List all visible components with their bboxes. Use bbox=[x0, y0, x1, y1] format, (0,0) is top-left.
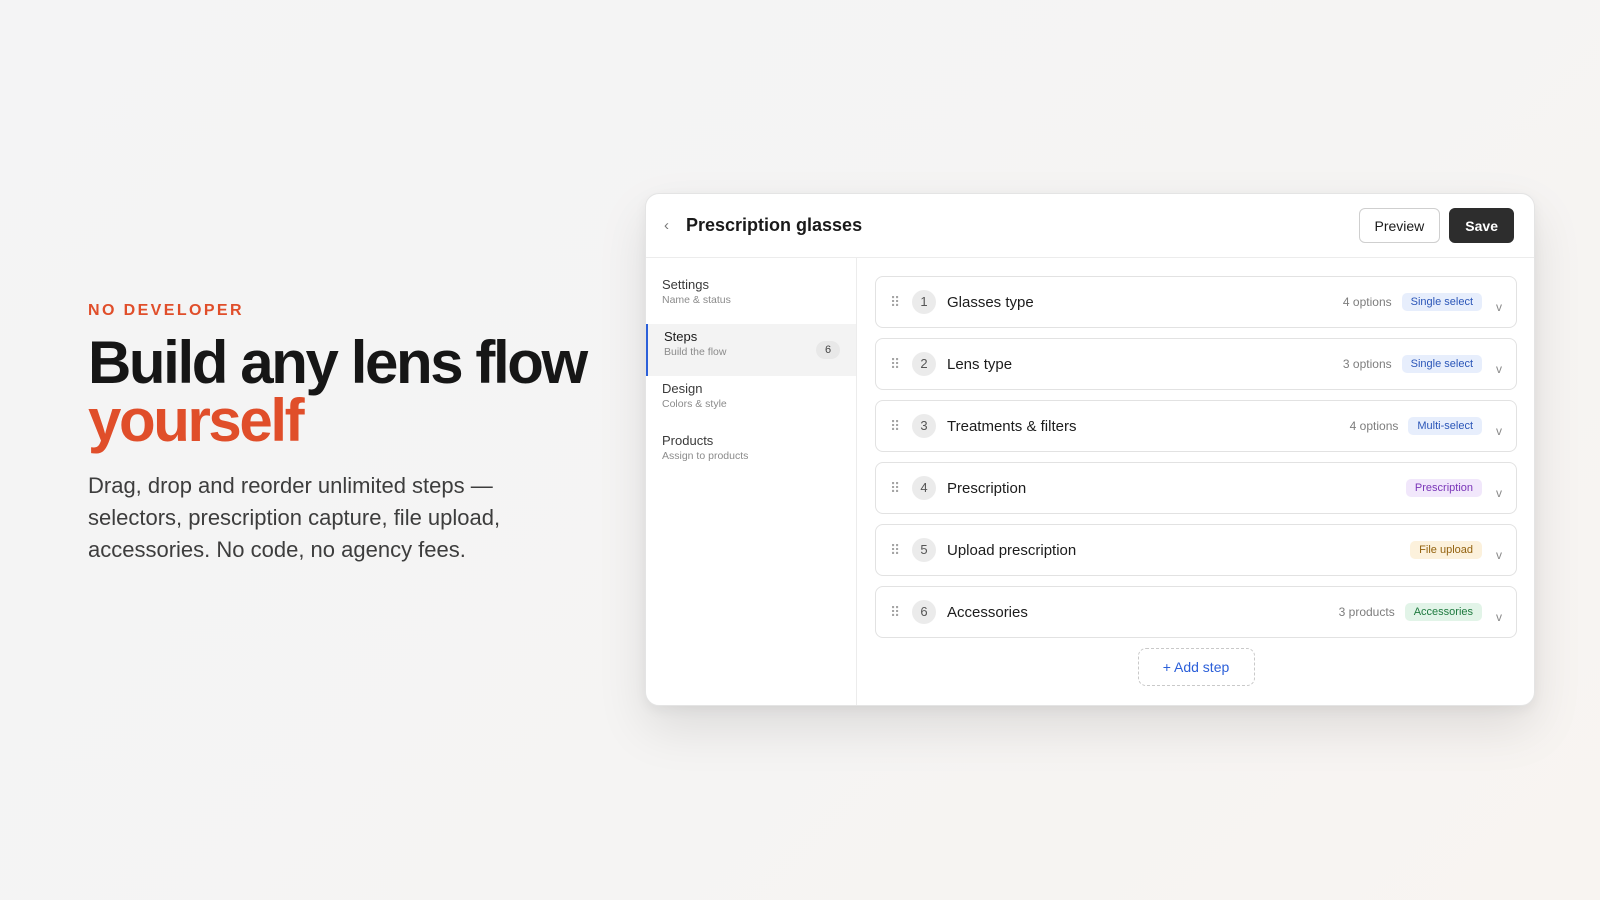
drag-handle-icon[interactable]: ⠿ bbox=[890, 418, 912, 435]
drag-handle-icon[interactable]: ⠿ bbox=[890, 604, 912, 621]
sidebar-item-products[interactable]: Products Assign to products bbox=[646, 428, 856, 480]
chevron-down-icon[interactable]: v bbox=[1482, 548, 1502, 562]
eyebrow: NO DEVELOPER bbox=[88, 302, 244, 319]
sidebar: Settings Name & status Steps Build the f… bbox=[646, 258, 857, 705]
step-type-badge: Accessories bbox=[1404, 603, 1482, 621]
step-row-lens-type[interactable]: ⠿ 2 Lens type 3 options Single select v bbox=[875, 338, 1517, 390]
chevron-down-icon[interactable]: v bbox=[1482, 610, 1502, 624]
step-meta: 4 options bbox=[1349, 419, 1399, 433]
step-meta: 4 options bbox=[1342, 295, 1392, 309]
step-name: Lens type bbox=[947, 355, 1013, 373]
chevron-down-icon[interactable]: v bbox=[1482, 300, 1502, 314]
page-title: Prescription glasses bbox=[686, 215, 863, 235]
step-number: 1 bbox=[912, 290, 936, 314]
sidebar-item-settings[interactable]: Settings Name & status bbox=[646, 272, 856, 324]
step-number: 3 bbox=[912, 414, 936, 438]
step-meta: 3 options bbox=[1342, 357, 1392, 371]
drag-handle-icon[interactable]: ⠿ bbox=[890, 542, 912, 559]
drag-handle-icon[interactable]: ⠿ bbox=[890, 294, 912, 311]
sidebar-item-sublabel: Assign to products bbox=[662, 450, 749, 462]
step-row-prescription[interactable]: ⠿ 4 Prescription Prescription v bbox=[875, 462, 1517, 514]
step-row-upload-prescription[interactable]: ⠿ 5 Upload prescription File upload v bbox=[875, 524, 1517, 576]
chevron-left-icon[interactable]: ‹ bbox=[664, 217, 682, 234]
chevron-down-icon[interactable]: v bbox=[1482, 362, 1502, 376]
add-step-button[interactable]: + Add step bbox=[1137, 648, 1255, 686]
step-type-badge: File upload bbox=[1410, 541, 1482, 559]
steps-list: ⠿ 1 Glasses type 4 options Single select… bbox=[857, 258, 1534, 705]
sidebar-item-label: Steps bbox=[664, 329, 698, 344]
step-name: Treatments & filters bbox=[947, 417, 1077, 435]
step-type-badge: Single select bbox=[1401, 355, 1482, 373]
step-row-accessories[interactable]: ⠿ 6 Accessories 3 products Accessories v bbox=[875, 586, 1517, 638]
step-type-badge: Single select bbox=[1401, 293, 1482, 311]
step-number: 6 bbox=[912, 600, 936, 624]
step-row-treatments[interactable]: ⠿ 3 Treatments & filters 4 options Multi… bbox=[875, 400, 1517, 452]
step-name: Accessories bbox=[947, 603, 1028, 621]
drag-handle-icon[interactable]: ⠿ bbox=[890, 356, 912, 373]
sidebar-item-sublabel: Name & status bbox=[662, 294, 731, 306]
sidebar-item-sublabel: Colors & style bbox=[662, 398, 727, 410]
save-button[interactable]: Save bbox=[1449, 208, 1514, 243]
drag-handle-icon[interactable]: ⠿ bbox=[890, 480, 912, 497]
sidebar-item-label: Design bbox=[662, 381, 703, 396]
step-meta: 3 products bbox=[1338, 605, 1395, 619]
step-number: 4 bbox=[912, 476, 936, 500]
hero-subtext: Drag, drop and reorder unlimited steps —… bbox=[88, 473, 501, 562]
sidebar-item-sublabel: Build the flow bbox=[664, 346, 727, 358]
step-number: 5 bbox=[912, 538, 936, 562]
sidebar-item-label: Products bbox=[662, 433, 714, 448]
flow-editor-window: ‹ Prescription glasses Preview Save Sett… bbox=[645, 193, 1535, 706]
steps-count-badge: 6 bbox=[816, 341, 840, 359]
sidebar-item-label: Settings bbox=[662, 277, 709, 292]
chevron-down-icon[interactable]: v bbox=[1482, 424, 1502, 438]
step-name: Upload prescription bbox=[947, 541, 1077, 559]
step-row-glasses-type[interactable]: ⠿ 1 Glasses type 4 options Single select… bbox=[875, 276, 1517, 328]
hero: NO DEVELOPER Build any lens flow yoursel… bbox=[88, 302, 588, 566]
headline-line1: Build any lens flow bbox=[88, 329, 588, 396]
sidebar-item-steps[interactable]: Steps Build the flow 6 bbox=[646, 324, 856, 376]
headline-line2: yourself bbox=[88, 387, 305, 454]
step-type-badge: Multi-select bbox=[1408, 417, 1482, 435]
chevron-down-icon[interactable]: v bbox=[1482, 486, 1502, 500]
window-body: Settings Name & status Steps Build the f… bbox=[646, 258, 1534, 705]
headline: Build any lens flow yourself bbox=[88, 333, 588, 454]
add-step-wrap: + Add step bbox=[875, 648, 1517, 686]
step-name: Glasses type bbox=[947, 293, 1034, 311]
step-name: Prescription bbox=[947, 479, 1027, 497]
preview-button[interactable]: Preview bbox=[1358, 208, 1441, 243]
window-header: ‹ Prescription glasses Preview Save bbox=[646, 194, 1534, 258]
sidebar-item-design[interactable]: Design Colors & style bbox=[646, 376, 856, 428]
step-type-badge: Prescription bbox=[1405, 479, 1482, 497]
step-number: 2 bbox=[912, 352, 936, 376]
